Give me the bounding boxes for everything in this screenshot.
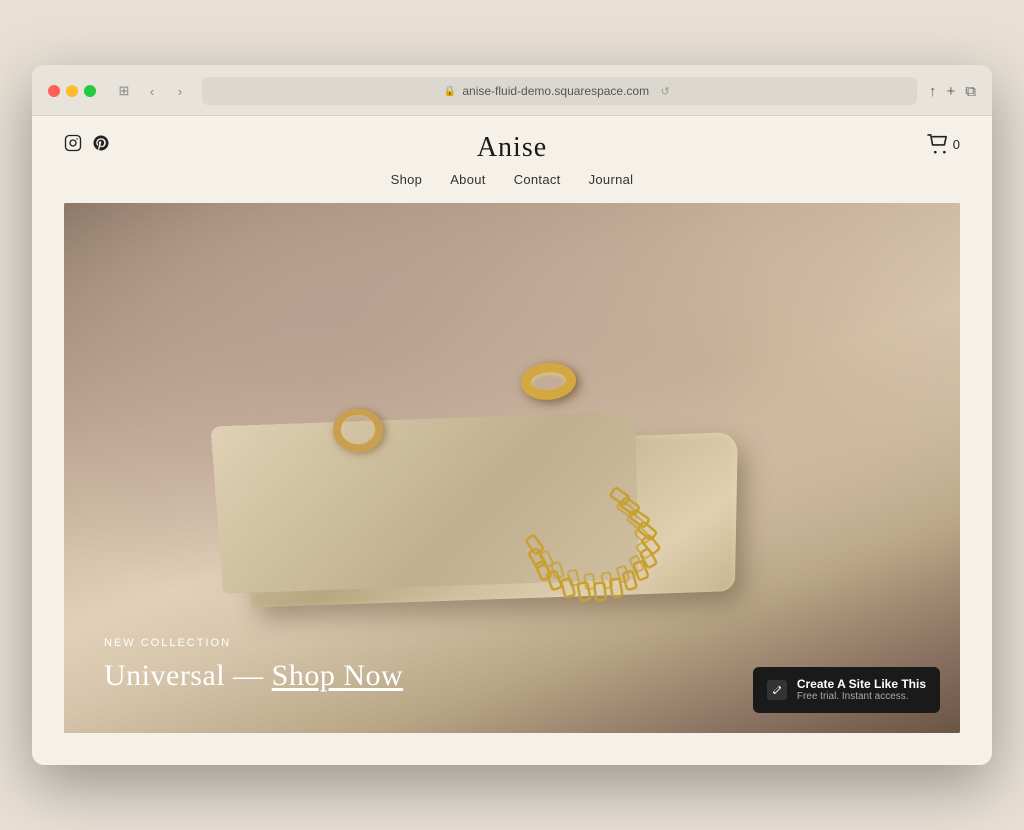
title-prefix: Universal — — [104, 659, 272, 692]
nav-about[interactable]: About — [450, 172, 485, 187]
lock-icon: 🔒 — [444, 86, 456, 97]
site-header: Anise Shop About Contact Journal 0 — [32, 116, 992, 203]
site-nav: Shop About Contact Journal — [391, 172, 634, 187]
url-text: anise-fluid-demo.squarespace.com — [462, 84, 649, 98]
shop-now-link[interactable]: Shop Now — [272, 659, 404, 692]
website-content: Anise Shop About Contact Journal 0 — [32, 116, 992, 733]
site-title: Anise — [477, 132, 547, 164]
cart-button[interactable]: 0 — [927, 134, 960, 154]
badge-sub-text: Free trial. Instant access. — [797, 691, 926, 703]
browser-window: ⊞ ‹ › 🔒 anise-fluid-demo.squarespace.com… — [32, 65, 992, 765]
hero-image: NEW COLLECTION Universal — Shop Now Crea… — [64, 203, 960, 733]
forward-button[interactable]: › — [170, 81, 190, 101]
view-icon[interactable]: ⊞ — [114, 81, 134, 101]
new-tab-icon[interactable]: + — [947, 83, 956, 100]
minimize-button[interactable] — [66, 85, 78, 97]
pinterest-icon[interactable] — [92, 134, 110, 152]
badge-text: Create A Site Like This Free trial. Inst… — [797, 677, 926, 703]
refresh-icon[interactable]: ↺ — [655, 81, 675, 101]
badge-main-text: Create A Site Like This — [797, 677, 926, 691]
nav-journal[interactable]: Journal — [589, 172, 634, 187]
squarespace-badge[interactable]: Create A Site Like This Free trial. Inst… — [753, 667, 940, 713]
address-bar[interactable]: 🔒 anise-fluid-demo.squarespace.com ↺ — [202, 77, 917, 105]
instagram-icon[interactable] — [64, 134, 82, 152]
cart-icon — [927, 134, 949, 154]
tabs-icon[interactable]: ⧉ — [965, 83, 976, 100]
nav-shop[interactable]: Shop — [391, 172, 423, 187]
close-button[interactable] — [48, 85, 60, 97]
collection-label: NEW COLLECTION — [104, 637, 403, 649]
hero-text-block: NEW COLLECTION Universal — Shop Now — [104, 637, 403, 693]
back-button[interactable]: ‹ — [142, 81, 162, 101]
maximize-button[interactable] — [84, 85, 96, 97]
squarespace-logo — [767, 680, 787, 700]
social-icons — [64, 134, 110, 152]
browser-nav: ⊞ ‹ › — [114, 81, 190, 101]
traffic-lights — [48, 85, 96, 97]
cart-count: 0 — [953, 137, 960, 152]
collection-title: Universal — Shop Now — [104, 659, 403, 693]
share-icon[interactable]: ↑ — [929, 83, 937, 100]
chain-jewelry — [422, 479, 825, 665]
nav-contact[interactable]: Contact — [514, 172, 561, 187]
hero-section: NEW COLLECTION Universal — Shop Now Crea… — [64, 203, 960, 733]
browser-chrome: ⊞ ‹ › 🔒 anise-fluid-demo.squarespace.com… — [32, 65, 992, 116]
browser-actions: ↑ + ⧉ — [929, 83, 976, 100]
